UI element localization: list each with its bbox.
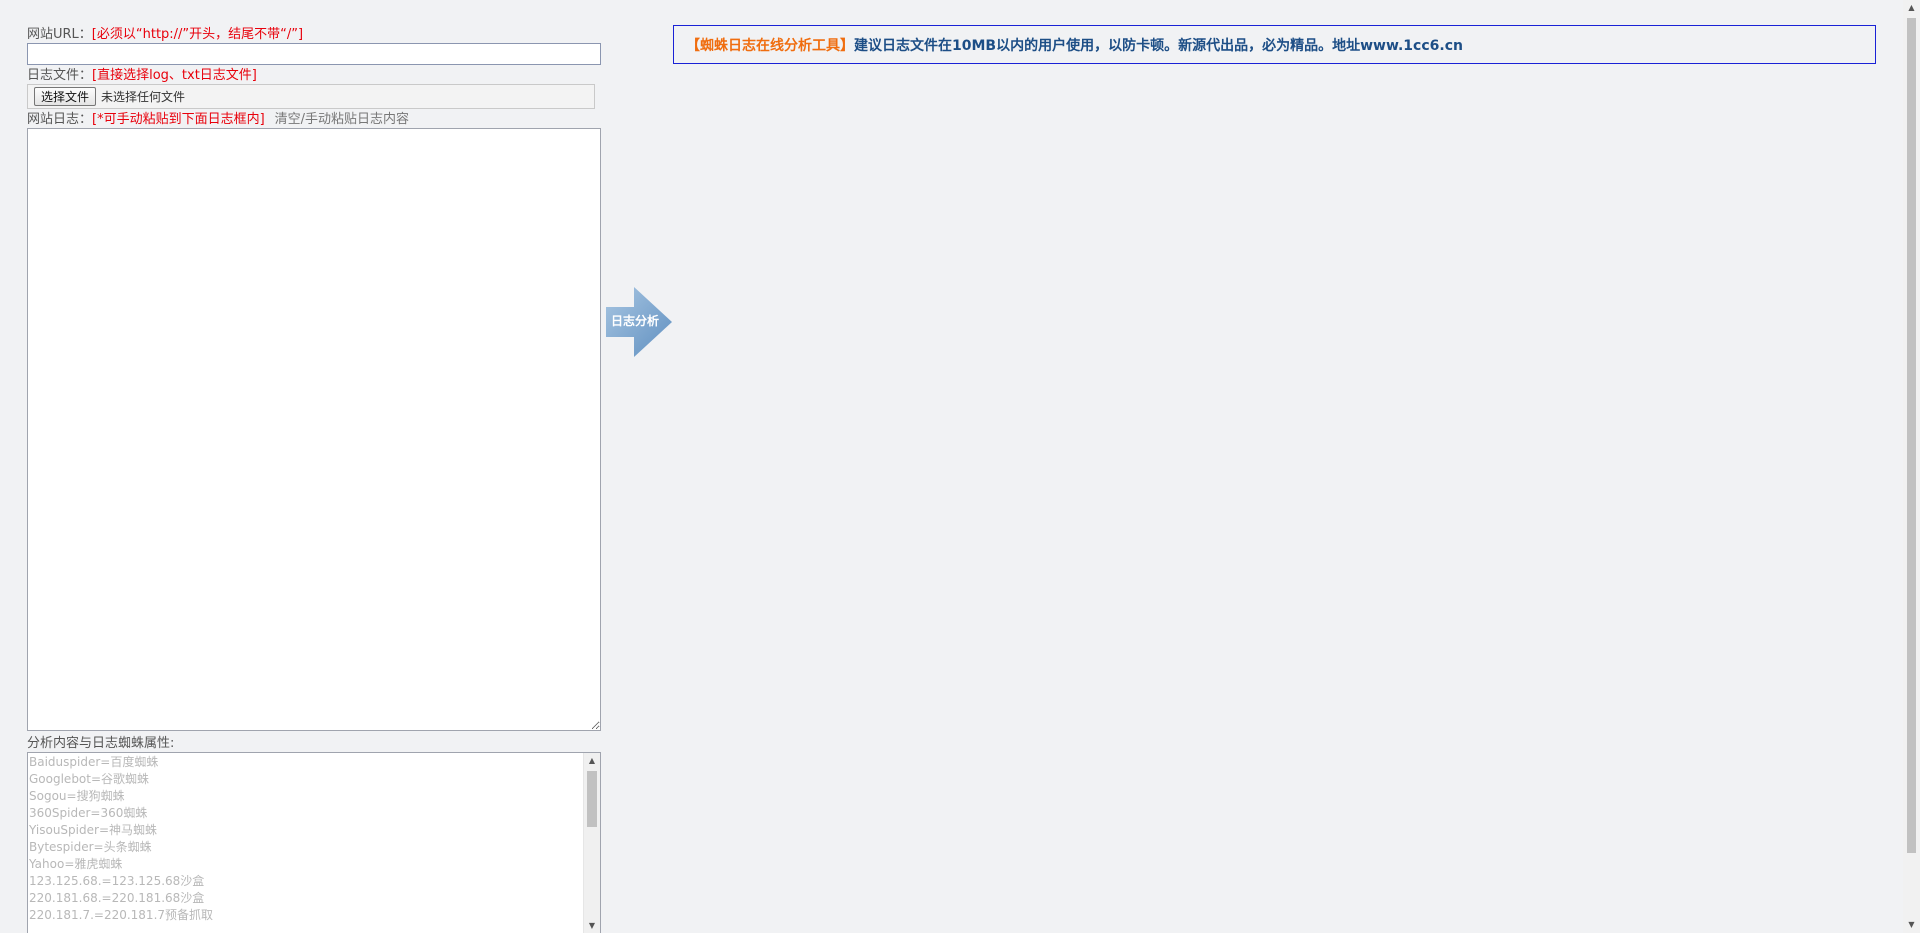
spider-list-scrollbar[interactable]: ▲ ▼ bbox=[583, 753, 600, 933]
spider-list-item: Googlebot=谷歌蜘蛛 bbox=[29, 772, 150, 786]
file-label: 日志文件： bbox=[27, 68, 93, 83]
page: 网站URL：[必须以“http://”开头，结尾不带“/”] 日志文件：[直接选… bbox=[0, 0, 1920, 933]
triangle-up-icon[interactable]: ▲ bbox=[584, 753, 600, 769]
url-note: [必须以“http://”开头，结尾不带“/”] bbox=[91, 27, 304, 42]
log-label: 网站日志： bbox=[27, 112, 93, 127]
scroll-thumb[interactable] bbox=[587, 771, 597, 827]
clear-log-link[interactable]: 清空/手动粘贴日志内容 bbox=[275, 112, 409, 127]
analyze-button-label: 日志分析 bbox=[610, 314, 659, 328]
page-scroll-thumb[interactable] bbox=[1907, 18, 1916, 853]
log-textarea[interactable] bbox=[27, 128, 601, 731]
spider-list-item: Bytespider=头条蜘蛛 bbox=[29, 840, 152, 854]
spider-list-item: Yahoo=雅虎蜘蛛 bbox=[29, 857, 123, 871]
log-note: [*可手动粘贴到下面日志框内] bbox=[92, 112, 265, 127]
choose-file-button[interactable]: 选择文件 bbox=[34, 87, 97, 106]
url-label-row: 网站URL：[必须以“http://”开头，结尾不带“/”] bbox=[27, 26, 601, 43]
spider-label: 分析内容与日志蜘蛛属性: bbox=[27, 736, 175, 751]
file-picker: 选择文件 未选择任何文件 bbox=[27, 84, 595, 109]
notice-text: 建议日志文件在10MB以内的用户使用，以防卡顿。新源代出品，必为精品。地址www… bbox=[854, 37, 1463, 54]
url-label: 网站URL： bbox=[27, 27, 92, 42]
file-note: [直接选择log、txt日志文件] bbox=[92, 68, 257, 83]
spider-list-item: 360Spider=360蜘蛛 bbox=[29, 806, 148, 820]
log-label-row: 网站日志：[*可手动粘贴到下面日志框内] 清空/手动粘贴日志内容 bbox=[27, 111, 601, 128]
file-label-row: 日志文件：[直接选择log、txt日志文件] bbox=[27, 67, 601, 84]
spider-list-item: 220.181.7.=220.181.7预备抓取 bbox=[29, 908, 214, 922]
triangle-down-icon[interactable]: ▼ bbox=[584, 918, 600, 933]
spider-list-item: 123.125.68.=123.125.68沙盒 bbox=[29, 874, 205, 888]
triangle-down-icon[interactable]: ▼ bbox=[1903, 917, 1920, 933]
notice-banner: 【蜘蛛日志在线分析工具】 建议日志文件在10MB以内的用户使用，以防卡顿。新源代出… bbox=[673, 25, 1876, 64]
spider-list-item: YisouSpider=神马蜘蛛 bbox=[29, 823, 157, 837]
file-status: 未选择任何文件 bbox=[101, 90, 186, 104]
spider-list-item: Baiduspider=百度蜘蛛 bbox=[29, 755, 159, 769]
analyze-button[interactable]: 日志分析 bbox=[606, 287, 674, 357]
log-form: 网站URL：[必须以“http://”开头，结尾不带“/”] 日志文件：[直接选… bbox=[27, 26, 601, 933]
notice-title: 【蜘蛛日志在线分析工具】 bbox=[686, 37, 854, 54]
spider-list-item: Sogou=搜狗蜘蛛 bbox=[29, 789, 125, 803]
page-scrollbar[interactable]: ▲ ▼ bbox=[1903, 0, 1920, 933]
spider-list: Baiduspider=百度蜘蛛 Googlebot=谷歌蜘蛛 Sogou=搜狗蜘蛛… bbox=[28, 753, 600, 924]
spider-list-box[interactable]: Baiduspider=百度蜘蛛 Googlebot=谷歌蜘蛛 Sogou=搜狗蜘蛛… bbox=[27, 752, 601, 933]
triangle-up-icon[interactable]: ▲ bbox=[1903, 0, 1920, 16]
spider-list-item: 220.181.68.=220.181.68沙盒 bbox=[29, 891, 205, 905]
url-input[interactable] bbox=[27, 43, 601, 65]
